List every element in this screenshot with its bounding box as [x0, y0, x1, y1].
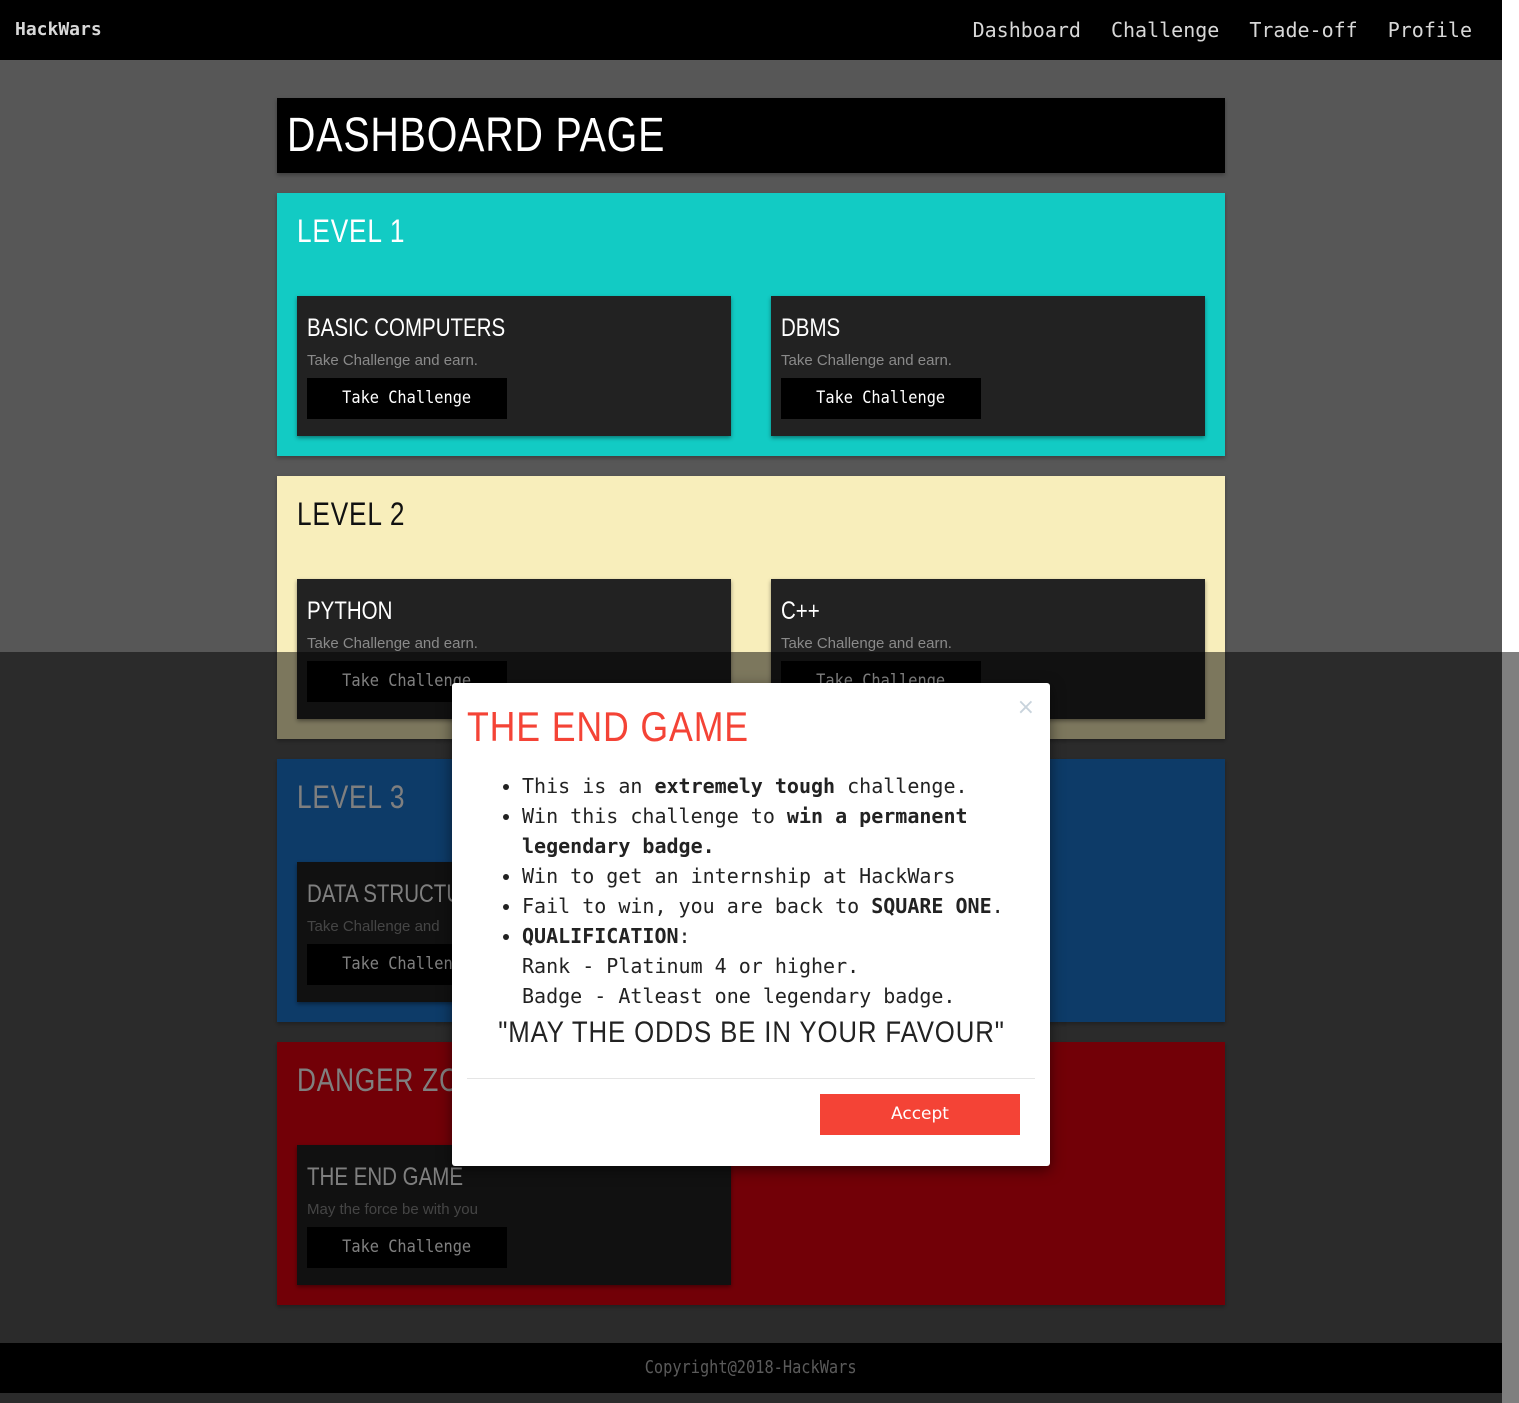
- end-game-modal: THE END GAME × This is an extremely toug…: [452, 683, 1050, 1166]
- card-title: C++: [781, 597, 820, 625]
- modal-title: THE END GAME: [467, 703, 749, 750]
- navbar: HackWars Dashboard Challenge Trade-off P…: [0, 0, 1502, 60]
- modal-quote: "MAY THE ODDS BE IN YOUR FAVOUR": [497, 1016, 1005, 1049]
- card-text: Take Challenge and earn.: [307, 352, 478, 369]
- nav-link-profile[interactable]: Profile: [1388, 18, 1472, 42]
- close-icon[interactable]: ×: [1017, 695, 1035, 720]
- brand-logo[interactable]: HackWars: [15, 19, 102, 40]
- nav-link-trade-off[interactable]: Trade-off: [1249, 18, 1357, 42]
- accept-button[interactable]: Accept: [820, 1094, 1020, 1135]
- list-item: Win this challenge to win a permanent le…: [522, 801, 1042, 861]
- list-item: Win to get an internship at HackWars: [522, 861, 1042, 891]
- list-item: This is an extremely tough challenge.: [522, 771, 1042, 801]
- card-title: BASIC COMPUTERS: [307, 314, 506, 342]
- challenge-card: DBMS Take Challenge and earn. Take Chall…: [771, 296, 1205, 436]
- card-text: Take Challenge and earn.: [781, 352, 952, 369]
- level-title: LEVEL 2: [297, 496, 406, 532]
- nav-link-dashboard[interactable]: Dashboard: [973, 18, 1081, 42]
- qualification-badge: Badge - Atleast one legendary badge.: [522, 984, 956, 1008]
- page-title: DASHBOARD PAGE: [277, 98, 1225, 173]
- list-item: QUALIFICATION:Rank - Platinum 4 or highe…: [522, 921, 1042, 1011]
- modal-rules-list: This is an extremely tough challenge. Wi…: [502, 771, 1042, 1011]
- card-title: DBMS: [781, 314, 841, 342]
- list-item: Fail to win, you are back to SQUARE ONE.: [522, 891, 1042, 921]
- nav-links: Dashboard Challenge Trade-off Profile: [973, 18, 1472, 42]
- level-title: LEVEL 1: [297, 213, 406, 249]
- challenge-card: BASIC COMPUTERS Take Challenge and earn.…: [297, 296, 731, 436]
- take-challenge-button[interactable]: Take Challenge: [781, 378, 981, 419]
- qualification-rank: Rank - Platinum 4 or higher.: [522, 954, 860, 978]
- card-title: PYTHON: [307, 597, 393, 625]
- divider: [467, 1078, 1035, 1079]
- level-1-section: LEVEL 1 BASIC COMPUTERS Take Challenge a…: [277, 193, 1225, 456]
- take-challenge-button[interactable]: Take Challenge: [307, 378, 507, 419]
- nav-link-challenge[interactable]: Challenge: [1111, 18, 1219, 42]
